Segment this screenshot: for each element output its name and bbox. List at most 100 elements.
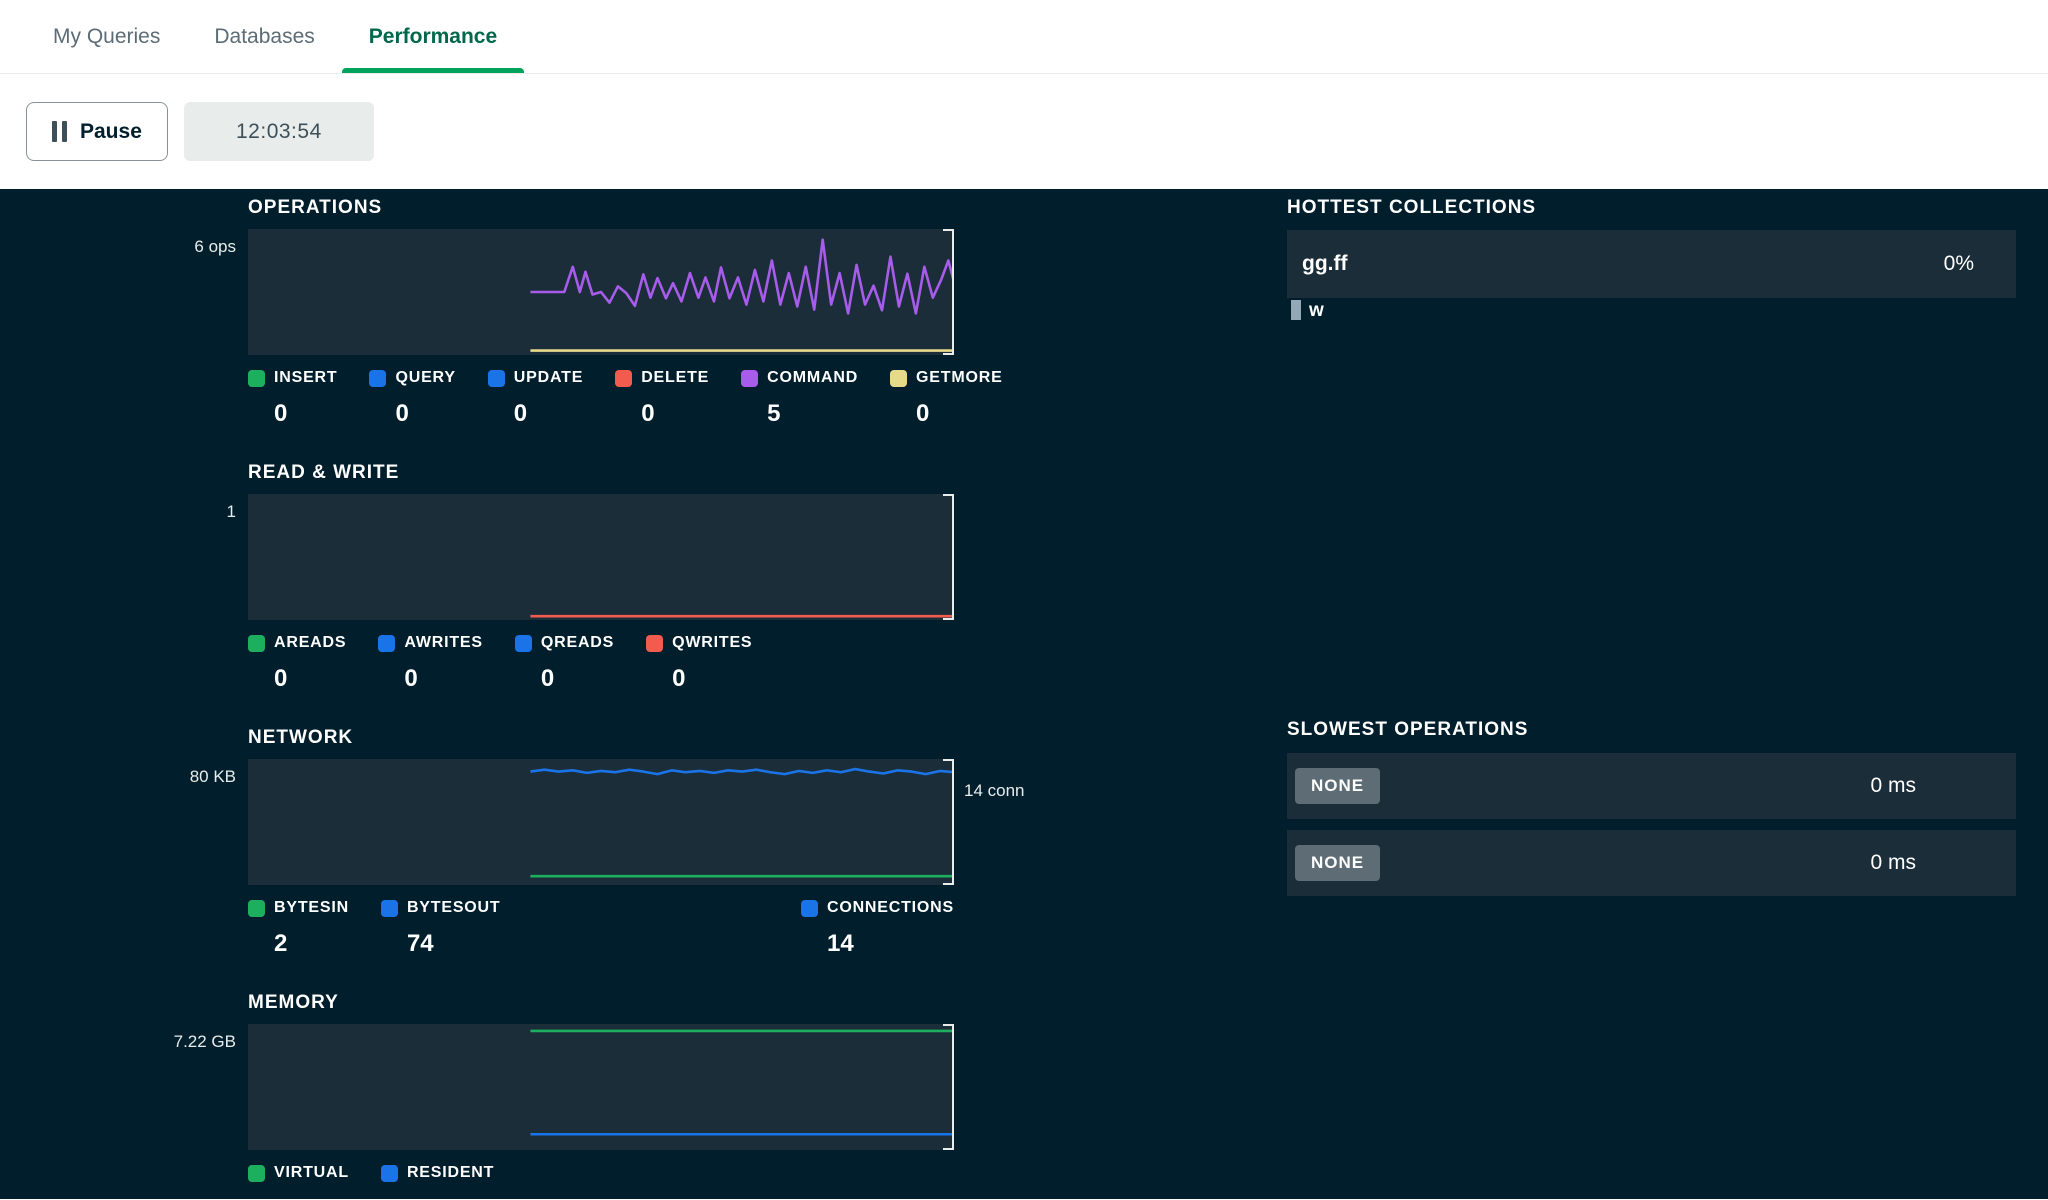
legend-item-bytesout: BYTESOUT 74 <box>381 899 501 958</box>
tab-my-queries[interactable]: My Queries <box>26 0 187 73</box>
qwrites-label: QWRITES <box>672 634 752 652</box>
tab-label: My Queries <box>53 25 160 49</box>
chart-network: NETWORK 80 KB 14 conn BYTESIN 2 BYTESOUT <box>248 727 954 958</box>
legend-item-insert: INSERT 0 <box>248 369 337 428</box>
qreads-swatch-icon <box>515 635 532 652</box>
insert-value: 0 <box>248 400 337 428</box>
network-legend: BYTESIN 2 BYTESOUT 74 CONNECTIONS 14 <box>248 899 954 958</box>
bytesout-label: BYTESOUT <box>407 899 501 917</box>
axis-tick-top <box>943 229 954 231</box>
axis-tick-bottom <box>943 883 954 885</box>
connections-value: 14 <box>801 930 954 958</box>
delete-swatch-icon <box>615 370 632 387</box>
virtual-label: VIRTUAL <box>274 1164 349 1182</box>
update-value: 0 <box>488 400 583 428</box>
areads-label: AREADS <box>274 634 346 652</box>
operations-title: OPERATIONS <box>248 197 954 219</box>
slow-operation-row: NONE 0 ms <box>1287 830 2016 896</box>
qreads-value: 0 <box>515 665 614 693</box>
command-swatch-icon <box>741 370 758 387</box>
operation-none-badge: NONE <box>1295 768 1380 804</box>
qwrites-swatch-icon <box>646 635 663 652</box>
network-connections-axis-label: 14 conn <box>964 781 1025 801</box>
axis-tick-top <box>943 494 954 496</box>
areads-swatch-icon <box>248 635 265 652</box>
network-plot: 80 KB 14 conn <box>248 759 954 885</box>
slow-operation-row: NONE 0 ms <box>1287 753 2016 819</box>
axis-tick-top <box>943 1024 954 1026</box>
update-label: UPDATE <box>514 369 583 387</box>
chart-read-write: READ & WRITE 1 AREADS 0 AWRITES 0 <box>248 462 954 693</box>
operations-legend: INSERT 0 QUERY 0 UPDATE 0 DELETE 0 <box>248 369 954 428</box>
chart-memory: MEMORY 7.22 GB VIRTUAL RESIDENT <box>248 992 954 1182</box>
tab-label: Databases <box>214 25 314 49</box>
operations-plot: 6 ops <box>248 229 954 355</box>
tab-databases[interactable]: Databases <box>187 0 341 73</box>
command-value: 5 <box>741 400 858 428</box>
tab-performance[interactable]: Performance <box>342 0 524 73</box>
memory-legend: VIRTUAL RESIDENT <box>248 1164 954 1182</box>
performance-page: My Queries Databases Performance Pause 1… <box>0 0 2048 1199</box>
collection-row: gg.ff 0% <box>1287 230 2016 298</box>
collection-name: gg.ff <box>1302 252 1347 276</box>
update-swatch-icon <box>488 370 505 387</box>
memory-plot: 7.22 GB <box>248 1024 954 1150</box>
legend-item-virtual: VIRTUAL <box>248 1164 349 1182</box>
axis-tick-bottom <box>943 1148 954 1150</box>
legend-item-qwrites: QWRITES 0 <box>646 634 752 693</box>
collection-name: w <box>1309 300 1324 320</box>
bytesin-label: BYTESIN <box>274 899 349 917</box>
getmore-swatch-icon <box>890 370 907 387</box>
bytesout-value: 74 <box>381 930 501 958</box>
read-write-line-chart <box>248 494 954 620</box>
query-label: QUERY <box>395 369 455 387</box>
memory-title: MEMORY <box>248 992 954 1014</box>
getmore-value: 0 <box>890 400 1003 428</box>
hottest-collections-title: HOTTEST COLLECTIONS <box>1287 197 2016 219</box>
legend-item-qreads: QREADS 0 <box>515 634 614 693</box>
awrites-value: 0 <box>378 665 483 693</box>
legend-item-connections: CONNECTIONS 14 <box>801 899 954 958</box>
pause-label: Pause <box>80 120 142 144</box>
tab-label: Performance <box>369 25 497 49</box>
read-write-y-axis-label: 1 <box>227 502 236 522</box>
legend-item-areads: AREADS 0 <box>248 634 346 693</box>
axis-tick-top <box>943 759 954 761</box>
insert-label: INSERT <box>274 369 337 387</box>
performance-dashboard: OPERATIONS 6 ops INSERT 0 QUERY 0 <box>0 189 2048 1199</box>
memory-y-axis-label: 7.22 GB <box>174 1032 236 1052</box>
collection-load-percent: 0% <box>1944 252 1974 276</box>
operation-duration: 0 ms <box>1870 851 1916 875</box>
operations-line-chart <box>248 229 954 355</box>
qwrites-value: 0 <box>646 665 752 693</box>
axis-tick-bottom <box>943 618 954 620</box>
areads-value: 0 <box>248 665 346 693</box>
toolbar: Pause 12:03:54 <box>0 74 2048 189</box>
query-value: 0 <box>369 400 455 428</box>
legend-item-command: COMMAND 5 <box>741 369 858 428</box>
insert-swatch-icon <box>248 370 265 387</box>
hottest-collections-panel: HOTTEST COLLECTIONS gg.ff 0% w <box>1287 197 2016 320</box>
virtual-swatch-icon <box>248 1165 265 1182</box>
getmore-label: GETMORE <box>916 369 1003 387</box>
slowest-operations-panel: SLOWEST OPERATIONS NONE 0 ms NONE 0 ms <box>1287 719 2016 896</box>
charts-column: OPERATIONS 6 ops INSERT 0 QUERY 0 <box>248 197 954 1200</box>
operation-duration: 0 ms <box>1870 774 1916 798</box>
delete-label: DELETE <box>641 369 709 387</box>
bytesin-swatch-icon <box>248 900 265 917</box>
memory-line-chart <box>248 1024 954 1150</box>
connections-swatch-icon <box>801 900 818 917</box>
network-title: NETWORK <box>248 727 954 749</box>
legend-item-resident: RESIDENT <box>381 1164 494 1182</box>
qreads-label: QREADS <box>541 634 614 652</box>
pause-button[interactable]: Pause <box>26 102 168 161</box>
axis-tick-bottom <box>943 353 954 355</box>
resident-swatch-icon <box>381 1165 398 1182</box>
read-write-legend: AREADS 0 AWRITES 0 QREADS 0 QWRITES 0 <box>248 634 954 693</box>
legend-item-query: QUERY 0 <box>369 369 455 428</box>
read-write-plot: 1 <box>248 494 954 620</box>
awrites-label: AWRITES <box>404 634 483 652</box>
read-write-title: READ & WRITE <box>248 462 954 484</box>
connections-label: CONNECTIONS <box>827 899 954 917</box>
bytesout-swatch-icon <box>381 900 398 917</box>
